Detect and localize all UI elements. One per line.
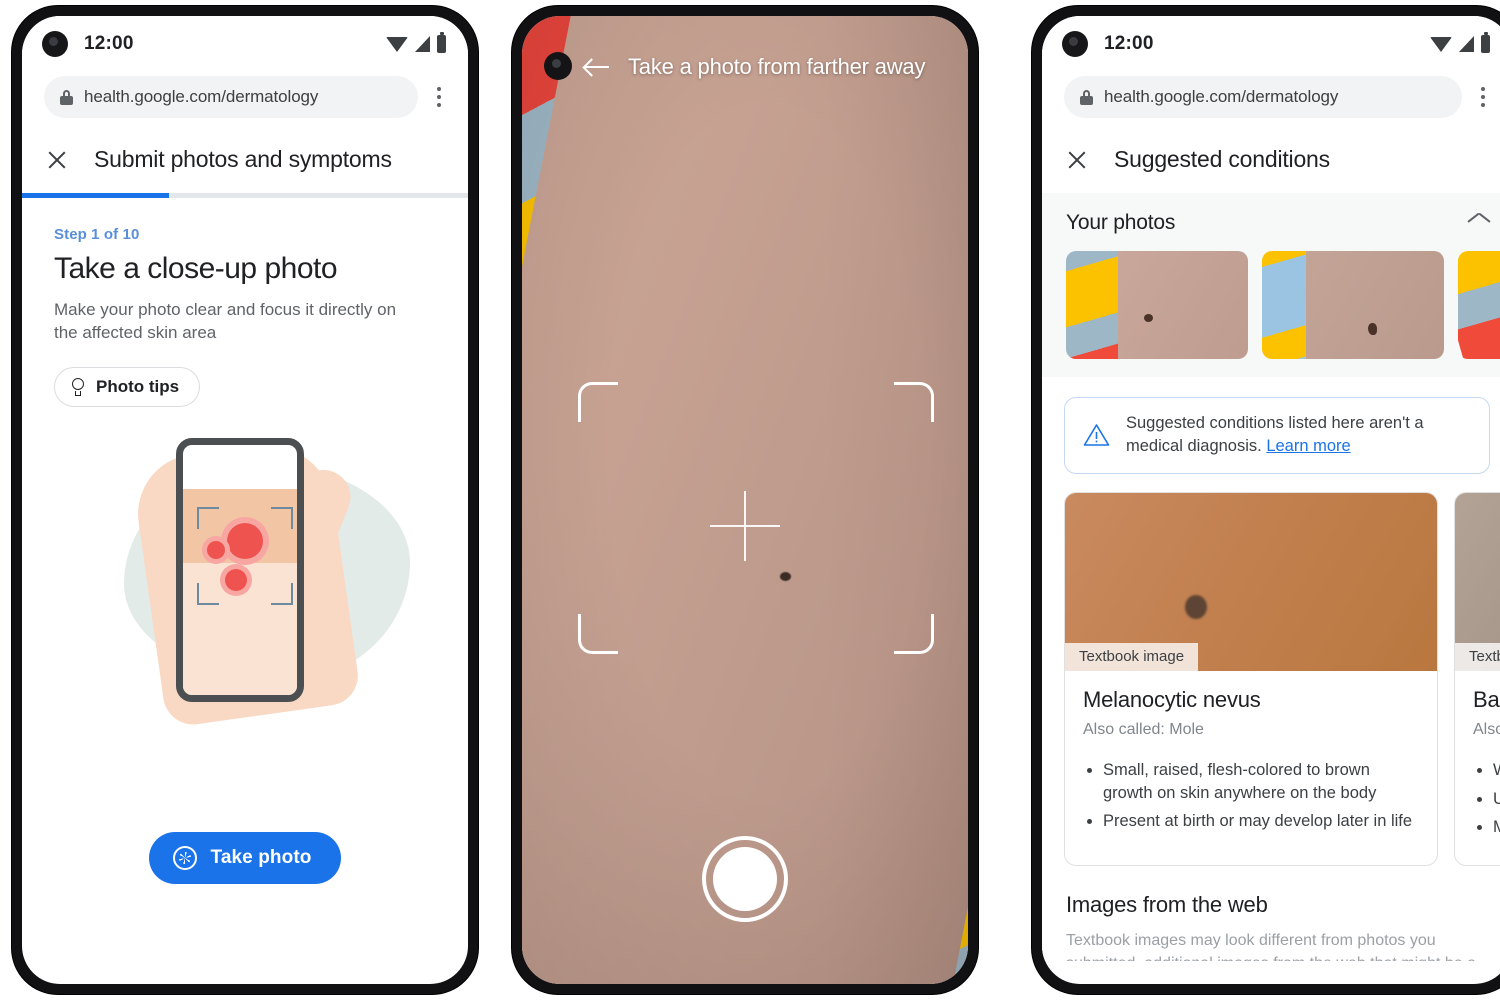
warning-triangle-icon	[1083, 423, 1110, 447]
page-title: Suggested conditions	[1114, 146, 1330, 172]
condition-photo: Textbook image	[1065, 492, 1437, 671]
condition-title: Melanocytic nevus	[1083, 686, 1261, 712]
take-photo-label: Take photo	[210, 847, 312, 868]
photo-thumbnail[interactable]	[1262, 251, 1444, 359]
disclaimer-text: Suggested conditions listed here aren't …	[1126, 412, 1473, 459]
list-item: May	[1493, 816, 1500, 839]
condition-card-body: Melanocytic nevus Also called: Mole Smal…	[1065, 671, 1437, 859]
status-clock: 12:00	[1104, 33, 1154, 54]
signal-icon	[1459, 36, 1474, 52]
section-subtitle: Make your photo clear and focus it direc…	[54, 300, 397, 343]
status-clock: 12:00	[84, 33, 134, 54]
screenshot-stage: 12:00 health.google.com/dermatology Subm…	[0, 0, 1500, 1000]
list-item: Wart	[1493, 759, 1500, 782]
phone-device-1: 12:00 health.google.com/dermatology Subm…	[12, 6, 478, 994]
your-photos-header[interactable]: Your photos	[1042, 211, 1500, 235]
condition-photo: Textbook	[1455, 492, 1500, 671]
aperture-icon	[172, 846, 197, 870]
crosshair-icon	[710, 491, 780, 561]
camera-instruction-title: Take a photo from farther away	[628, 54, 926, 79]
condition-card[interactable]: Textbook Barna Also cal Wart Usua grey M…	[1454, 491, 1500, 867]
condition-card-body: Barna Also cal Wart Usua grey May	[1455, 671, 1500, 865]
url-text: health.google.com/dermatology	[1104, 87, 1339, 106]
chevron-up-icon[interactable]	[1468, 216, 1490, 230]
images-from-web-subtitle: Textbook images may look different from …	[1066, 932, 1476, 961]
wifi-icon	[386, 36, 408, 52]
kebab-menu-icon[interactable]	[424, 87, 454, 107]
step-label: Step 1 of 10	[54, 226, 140, 243]
photo-thumbnail[interactable]	[1458, 251, 1500, 359]
phone-1-screen: 12:00 health.google.com/dermatology Subm…	[22, 16, 468, 984]
camera-punchhole-icon	[544, 52, 572, 80]
app-bar-3: Suggested conditions	[1042, 132, 1500, 193]
status-bar-3: 12:00	[1042, 16, 1500, 72]
condition-card[interactable]: Textbook image Melanocytic nevus Also ca…	[1064, 491, 1438, 867]
photo-tips-label: Photo tips	[96, 376, 180, 396]
wifi-icon	[1430, 36, 1452, 52]
section-heading: Take a close-up photo	[54, 252, 338, 285]
url-bar[interactable]: health.google.com/dermatology	[44, 76, 418, 118]
condition-bullet-list: Small, raised, flesh-colored to brown gr…	[1083, 759, 1419, 833]
phone-3-screen: 12:00 health.google.com/dermatology Sugg…	[1042, 16, 1500, 984]
phone-3-content[interactable]: Your photos Suggested conditions listed …	[1042, 193, 1500, 961]
signal-icon	[415, 36, 430, 52]
learn-more-link[interactable]: Learn more	[1266, 437, 1350, 455]
lightbulb-icon	[71, 377, 85, 396]
status-icons	[1430, 32, 1490, 53]
photo-thumbnail[interactable]	[1066, 251, 1248, 359]
page-title: Submit photos and symptoms	[94, 146, 392, 172]
camera-viewfinder[interactable]: Take a photo from farther away	[522, 16, 968, 984]
phone-device-2: Take a photo from farther away	[512, 6, 978, 994]
shutter-button[interactable]	[702, 836, 788, 922]
condition-cards-row[interactable]: Textbook image Melanocytic nevus Also ca…	[1042, 491, 1500, 867]
close-icon[interactable]	[1066, 149, 1088, 171]
battery-icon	[1481, 32, 1490, 53]
your-photos-thumbnail-row[interactable]	[1042, 251, 1500, 359]
your-photos-title: Your photos	[1066, 211, 1176, 234]
images-from-web-title: Images from the web	[1066, 892, 1268, 918]
url-bar[interactable]: health.google.com/dermatology	[1064, 76, 1462, 118]
close-icon[interactable]	[46, 149, 68, 171]
list-item: Small, raised, flesh-colored to brown gr…	[1103, 759, 1419, 805]
app-bar-1: Submit photos and symptoms	[22, 132, 468, 193]
phone-1-content: Step 1 of 10 Take a close-up photo Make …	[22, 198, 468, 962]
disclaimer-banner: Suggested conditions listed here aren't …	[1064, 397, 1490, 474]
cta-container: Take photo	[22, 832, 468, 884]
browser-omnibox-1: health.google.com/dermatology	[22, 72, 468, 132]
battery-icon	[437, 32, 446, 53]
your-photos-section: Your photos	[1042, 193, 1500, 377]
camera-punchhole-icon	[1062, 31, 1088, 57]
camera-punchhole-icon	[42, 31, 68, 57]
camera-top-bar: Take a photo from farther away	[522, 54, 968, 80]
phone-2-screen: Take a photo from farther away	[522, 16, 968, 984]
textbook-image-badge: Textbook image	[1065, 642, 1199, 671]
take-photo-button[interactable]: Take photo	[148, 832, 342, 884]
lock-icon	[1080, 89, 1093, 105]
condition-alias: Also called: Mole	[1083, 720, 1204, 738]
textbook-image-badge: Textbook	[1455, 642, 1500, 671]
status-icons	[386, 32, 446, 53]
kebab-menu-icon[interactable]	[1468, 87, 1498, 107]
condition-title: Barna	[1473, 686, 1500, 712]
hand-phone-illustration	[118, 426, 418, 729]
back-arrow-icon[interactable]	[584, 57, 610, 77]
images-from-web-section: Images from the web Textbook images may …	[1042, 866, 1500, 961]
condition-bullet-list: Wart Usua grey May	[1473, 759, 1500, 839]
status-bar-1: 12:00	[22, 16, 468, 72]
url-text: health.google.com/dermatology	[84, 87, 319, 106]
list-item: Usua grey	[1493, 788, 1500, 811]
lock-icon	[60, 89, 73, 105]
condition-alias: Also cal	[1473, 720, 1500, 738]
browser-omnibox-3: health.google.com/dermatology	[1042, 72, 1500, 132]
list-item: Present at birth or may develop later in…	[1103, 810, 1419, 833]
phone-device-3: 12:00 health.google.com/dermatology Sugg…	[1032, 6, 1500, 994]
photo-tips-button[interactable]: Photo tips	[54, 366, 201, 407]
